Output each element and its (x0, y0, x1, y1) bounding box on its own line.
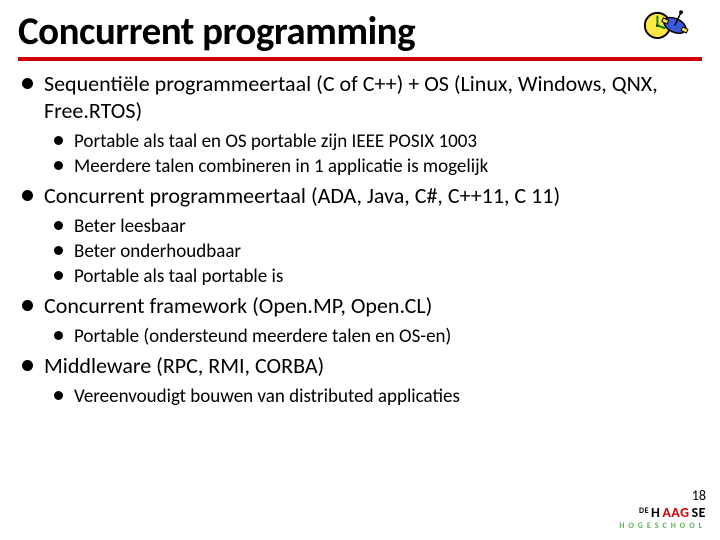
list-item: Middleware (RPC, RMI, CORBA) Vereenvoudi… (22, 353, 702, 409)
bullet-text: Sequentiële programmeertaal (C of C++) +… (44, 70, 658, 124)
list-item: Sequentiële programmeertaal (C of C++) +… (22, 71, 702, 179)
bullet-text: Middleware (RPC, RMI, CORBA) (44, 352, 324, 379)
slide-title: Concurrent programming (18, 8, 415, 55)
list-item: Concurrent programmeertaal (ADA, Java, C… (22, 183, 702, 289)
bullet-text: Concurrent programmeertaal (ADA, Java, C… (44, 182, 560, 209)
school-logo: DE HAAGSE HOGESCHOOL (619, 506, 706, 530)
list-item: Concurrent framework (Open.MP, Open.CL) … (22, 293, 702, 349)
list-item: Beter leesbaar (54, 214, 702, 239)
list-item: Portable (ondersteund meerdere talen en … (54, 324, 702, 349)
bullet-text: Concurrent framework (Open.MP, Open.CL) (44, 292, 432, 319)
footer: 18 DE HAAGSE HOGESCHOOL (619, 487, 706, 530)
title-row: Concurrent programming (18, 8, 702, 61)
list-item: Meerdere talen combineren in 1 applicati… (54, 154, 702, 179)
list-item: Vereenvoudigt bouwen van distributed app… (54, 384, 702, 409)
list-item: Portable als taal portable is (54, 264, 702, 289)
list-item: Portable als taal en OS portable zijn IE… (54, 129, 702, 154)
list-item: Beter onderhoudbaar (54, 239, 702, 264)
clock-satellite-icon (640, 8, 702, 55)
page-number: 18 (619, 487, 706, 504)
bullet-list: Sequentiële programmeertaal (C of C++) +… (18, 71, 702, 409)
